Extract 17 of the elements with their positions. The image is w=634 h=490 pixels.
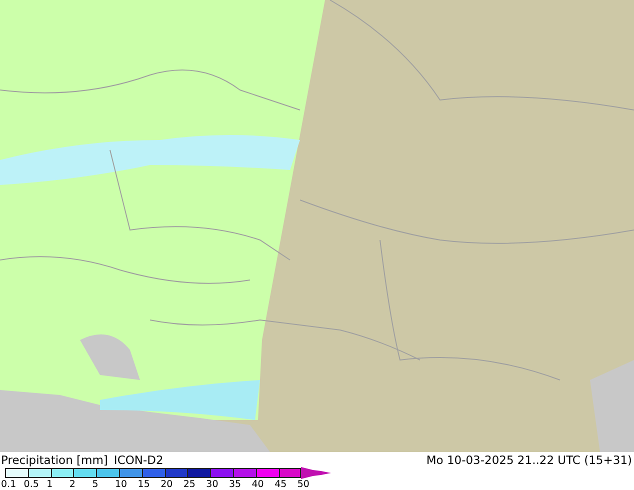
tick-label: 10 — [114, 479, 128, 490]
tick-label: 15 — [138, 479, 151, 490]
tick-label: 20 — [160, 479, 174, 490]
tick-label: 1 — [46, 479, 54, 490]
tick-label: 5 — [92, 479, 100, 490]
model-name: ICON-D2 — [114, 453, 164, 467]
tick-label: 2 — [69, 479, 76, 490]
valid-time: Mo 10-03-2025 21..22 UTC (15+31) — [426, 453, 632, 467]
tick-label: 35 — [228, 479, 242, 490]
tick-label: 0.5 — [24, 479, 40, 490]
legend-title: Precipitation [mm] — [1, 453, 108, 467]
tick-label: 50 — [297, 479, 310, 490]
tick-label: 25 — [183, 479, 196, 490]
tick-label: 45 — [274, 479, 288, 490]
tick-label: 40 — [252, 479, 265, 490]
tick-label: 0.1 — [1, 479, 18, 490]
tick-label: 30 — [206, 479, 220, 490]
